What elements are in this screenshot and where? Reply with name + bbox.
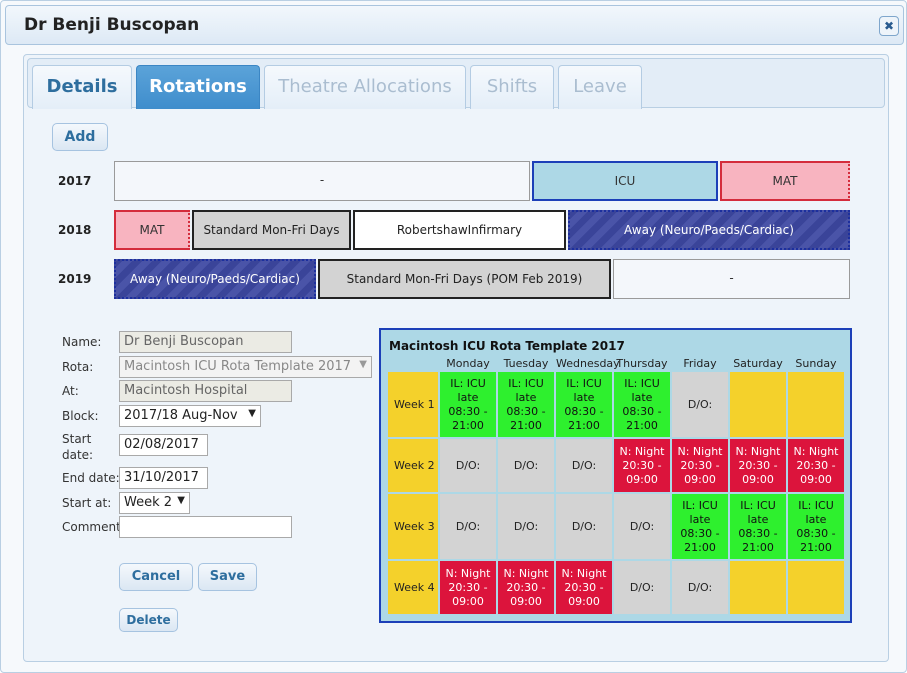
start-date-field[interactable]: 02/08/2017 xyxy=(119,434,208,456)
at-label: At: xyxy=(62,384,79,398)
timeline-block-away[interactable]: Away (Neuro/Paeds/Cardiac) xyxy=(568,210,850,250)
close-icon[interactable]: ✖ xyxy=(879,16,899,36)
year-label-2019: 2019 xyxy=(58,272,92,286)
chevron-down-icon: ▼ xyxy=(248,408,256,419)
dialog-titlebar: Dr Benji Buscopan ✖ xyxy=(5,5,904,45)
tab-leave[interactable]: Leave xyxy=(558,65,642,109)
rota-select-value: Macintosh ICU Rota Template 2017 xyxy=(124,359,352,374)
chevron-down-icon: ▼ xyxy=(359,359,367,370)
rota-cell xyxy=(730,561,786,614)
day-header: Friday xyxy=(683,357,717,370)
week-label: Week 4 xyxy=(388,561,438,614)
delete-button[interactable]: Delete xyxy=(119,608,178,632)
tab-theatre-allocations[interactable]: Theatre Allocations xyxy=(264,65,466,109)
rota-cell: D/O: xyxy=(556,494,612,559)
rota-cell: N: Night 20:30 -09:00 xyxy=(440,561,496,614)
day-header: Sunday xyxy=(795,357,837,370)
comment-field[interactable] xyxy=(119,516,292,538)
timeline-block-mat[interactable]: MAT xyxy=(114,210,190,250)
chevron-down-icon: ▼ xyxy=(177,495,185,506)
name-label: Name: xyxy=(62,335,102,349)
tab-bar: Details Rotations Theatre Allocations Sh… xyxy=(27,58,885,109)
timeline-block-icu[interactable]: ICU xyxy=(532,161,718,201)
rota-cell: D/O: xyxy=(440,439,496,492)
rota-cell: N: Night 20:30 -09:00 xyxy=(498,561,554,614)
rota-cell: IL: ICU late 08:30 -21:00 xyxy=(440,372,496,437)
day-header: Saturday xyxy=(733,357,783,370)
block-label: Block: xyxy=(62,409,99,423)
start-date-label: Start date: xyxy=(62,432,94,462)
day-header: Thursday xyxy=(616,357,668,370)
start-at-label: Start at: xyxy=(62,496,112,510)
rota-cell: D/O: xyxy=(440,494,496,559)
rota-cell: IL: ICU late 08:30 -21:00 xyxy=(672,494,728,559)
tab-rotations[interactable]: Rotations xyxy=(136,65,260,109)
timeline-block-mat[interactable]: MAT xyxy=(720,161,850,201)
timeline-block[interactable]: - xyxy=(613,259,850,299)
year-label-2018: 2018 xyxy=(58,223,92,237)
rota-cell: IL: ICU late 08:30 -21:00 xyxy=(498,372,554,437)
start-at-select-value: Week 2 xyxy=(124,495,173,510)
rota-cell: D/O: xyxy=(672,372,728,437)
save-button[interactable]: Save xyxy=(198,563,257,591)
day-header: Wednesday xyxy=(556,357,620,370)
rota-cell: D/O: xyxy=(498,439,554,492)
rota-cell: N: Night 20:30 -09:00 xyxy=(614,439,670,492)
block-select-value: 2017/18 Aug-Nov xyxy=(124,408,238,423)
timeline-block-standard[interactable]: Standard Mon-Fri Days xyxy=(192,210,351,250)
rota-cell: IL: ICU late 08:30 -21:00 xyxy=(730,494,786,559)
comment-label: Comment xyxy=(62,520,121,534)
rota-cell xyxy=(730,372,786,437)
rota-cell: D/O: xyxy=(614,494,670,559)
rota-cell: D/O: xyxy=(614,561,670,614)
tab-details[interactable]: Details xyxy=(32,65,132,109)
rota-cell: IL: ICU late 08:30 -21:00 xyxy=(556,372,612,437)
rota-cell: IL: ICU late 08:30 -21:00 xyxy=(788,494,844,559)
week-label: Week 3 xyxy=(388,494,438,559)
end-date-label: End date: xyxy=(62,471,120,485)
rota-cell xyxy=(788,561,844,614)
tab-shifts[interactable]: Shifts xyxy=(470,65,554,109)
rota-cell: D/O: xyxy=(556,439,612,492)
timeline-block-away[interactable]: Away (Neuro/Paeds/Cardiac) xyxy=(114,259,316,299)
add-button[interactable]: Add xyxy=(52,123,108,151)
day-header: Monday xyxy=(446,357,490,370)
rota-select: Macintosh ICU Rota Template 2017 ▼ xyxy=(119,356,372,378)
year-label-2017: 2017 xyxy=(58,174,92,188)
week-label: Week 1 xyxy=(388,372,438,437)
end-date-field[interactable]: 31/10/2017 xyxy=(119,467,208,489)
rota-cell: N: Night 20:30 -09:00 xyxy=(672,439,728,492)
timeline-block[interactable]: - xyxy=(114,161,530,201)
timeline-block-standard[interactable]: Standard Mon-Fri Days (POM Feb 2019) xyxy=(318,259,611,299)
rota-cell: D/O: xyxy=(672,561,728,614)
rota-cell: D/O: xyxy=(498,494,554,559)
rota-cell: N: Night 20:30 -09:00 xyxy=(788,439,844,492)
rota-cell: N: Night 20:30 -09:00 xyxy=(730,439,786,492)
rota-cell: N: Night 20:30 -09:00 xyxy=(556,561,612,614)
day-header: Tuesday xyxy=(503,357,549,370)
rota-title: Macintosh ICU Rota Template 2017 xyxy=(389,339,625,353)
at-field: Macintosh Hospital xyxy=(119,380,292,402)
name-field: Dr Benji Buscopan xyxy=(119,331,292,353)
timeline-block-hospital[interactable]: RobertshawInfirmary xyxy=(353,210,566,250)
rota-cell: IL: ICU late 08:30 -21:00 xyxy=(614,372,670,437)
rota-cell xyxy=(788,372,844,437)
dialog-title: Dr Benji Buscopan xyxy=(24,15,200,35)
rota-label: Rota: xyxy=(62,360,94,374)
start-at-select[interactable]: Week 2 ▼ xyxy=(119,492,190,514)
week-label: Week 2 xyxy=(388,439,438,492)
rotation-dialog: Dr Benji Buscopan ✖ Details Rotations Th… xyxy=(0,0,907,673)
block-select[interactable]: 2017/18 Aug-Nov ▼ xyxy=(119,405,261,427)
cancel-button[interactable]: Cancel xyxy=(119,563,193,591)
rota-template-panel: Macintosh ICU Rota Template 2017 Monday T… xyxy=(379,328,852,623)
